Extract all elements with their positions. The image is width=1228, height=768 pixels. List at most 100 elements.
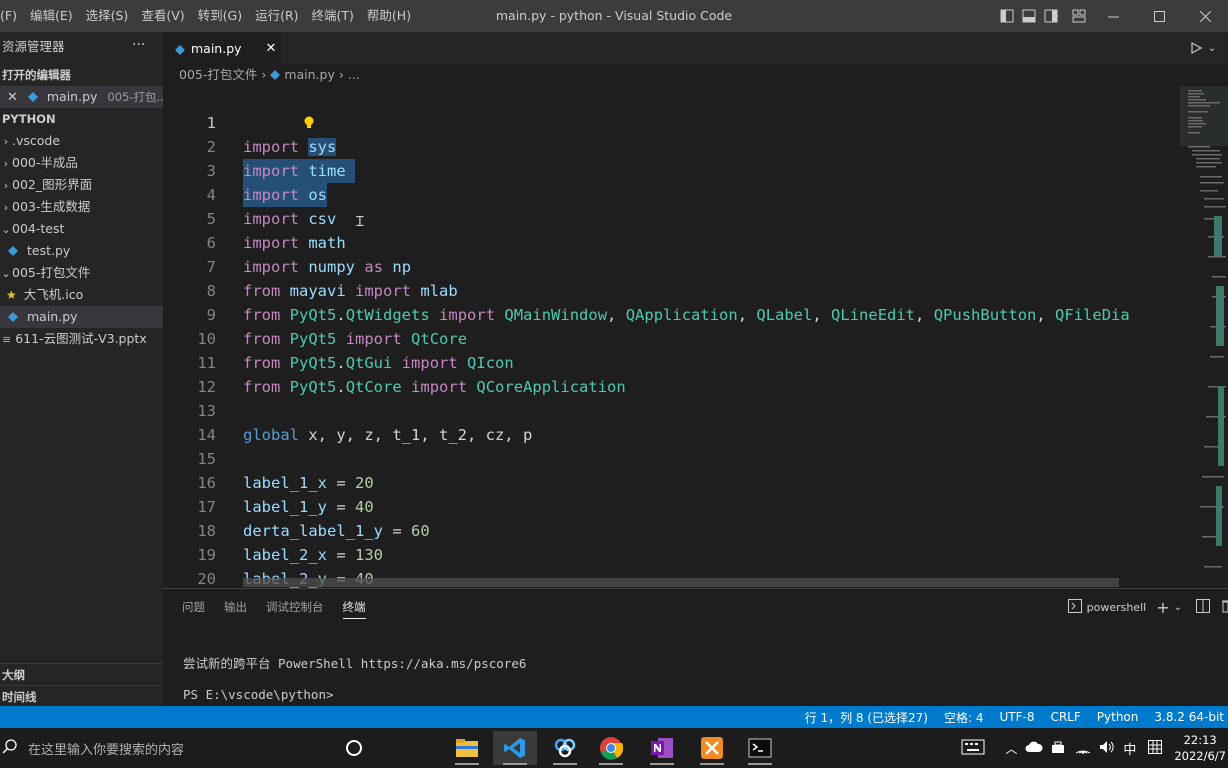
tree-item-002[interactable]: › 002_图形界面	[0, 174, 163, 196]
code-line-4[interactable]: 4 import csv	[163, 159, 337, 228]
close-editor-icon[interactable]: ✕	[7, 90, 18, 105]
code-line-21[interactable]: 21 line_1_x = 130	[163, 567, 200, 588]
battery-icon[interactable]	[1051, 740, 1067, 757]
lightbulb-icon[interactable]	[247, 89, 315, 161]
code-line-17[interactable]: 17 derta_label_1_y = 60	[163, 471, 429, 540]
code-line-1[interactable]: 1 import sys	[163, 87, 337, 156]
python-interpreter[interactable]: 3.8.2 64-bit	[1154, 710, 1224, 724]
terminal-prompt[interactable]: PS E:\vscode\python>	[183, 687, 334, 702]
run-python-icon[interactable]	[1190, 39, 1202, 58]
maximize-button[interactable]	[1136, 0, 1182, 32]
system-clock[interactable]: 22:13 2022/6/7	[1174, 732, 1226, 764]
code-line-20[interactable]: 20	[163, 543, 216, 588]
toggle-secondary-sidebar-icon[interactable]	[1040, 0, 1062, 32]
tree-item-000[interactable]: › 000-半成品	[0, 152, 163, 174]
breadcrumb-file[interactable]: main.py	[284, 67, 335, 82]
file-encoding[interactable]: UTF-8	[999, 710, 1034, 724]
menu-selection[interactable]: 选择(S)	[81, 0, 137, 32]
cortana-icon[interactable]	[332, 731, 376, 765]
tree-item-003[interactable]: › 003-生成数据	[0, 196, 163, 218]
vscode-icon[interactable]	[493, 731, 537, 765]
keyword: from	[243, 330, 281, 348]
timeline-section[interactable]: 时间线	[0, 685, 163, 707]
minimap[interactable]	[1180, 86, 1228, 588]
xmind-icon[interactable]	[690, 731, 734, 765]
code-line-7[interactable]: 7 from mayavi import mlab	[163, 231, 458, 300]
code-line-6[interactable]: 6 import numpy as np Ɪ	[163, 207, 411, 276]
code-line-9[interactable]: 9 from PyQt5 import QtCore	[163, 279, 467, 348]
code-line-15[interactable]: 15 label_1_x = 20	[163, 423, 373, 492]
end-of-line[interactable]: CRLF	[1050, 710, 1080, 724]
tree-item-004-test[interactable]: ⌄004-test	[0, 218, 163, 240]
code-line-12[interactable]: 12	[163, 351, 216, 396]
add-terminal-icon[interactable]: +	[1156, 598, 1169, 617]
code-line-18[interactable]: 18 label_2_x = 130	[163, 495, 383, 564]
code-line-16[interactable]: 16 label_1_y = 40	[163, 447, 373, 516]
chevron-down-icon[interactable]: ⌄	[1208, 43, 1216, 54]
menu-edit[interactable]: 编辑(E)	[25, 0, 81, 32]
tree-item-main-py[interactable]: main.py	[0, 306, 163, 328]
baidu-netdisk-icon[interactable]	[543, 731, 587, 765]
menu-go[interactable]: 转到(G)	[193, 0, 250, 32]
open-editors-section[interactable]: 打开的编辑器	[0, 64, 163, 86]
tab-main-py[interactable]: main.py ✕	[163, 32, 281, 64]
volume-icon[interactable]	[1099, 740, 1115, 757]
cursor-position[interactable]: 行 1，列 8 (已选择27)	[805, 709, 928, 726]
tree-item-vscode[interactable]: › .vscode	[0, 130, 163, 152]
terminal-app-icon[interactable]	[738, 731, 782, 765]
onedrive-icon[interactable]	[1025, 741, 1043, 756]
trash-icon[interactable]	[1222, 599, 1228, 616]
chevron-down-icon[interactable]: ⌄	[1174, 602, 1182, 613]
code-line-19[interactable]: 19 label_2_y = 40	[163, 519, 373, 588]
tab-terminal[interactable]: 终端	[342, 589, 366, 625]
onenote-icon[interactable]	[640, 731, 684, 765]
code-line-3[interactable]: 3 import os	[163, 135, 328, 207]
toggle-sidebar-icon[interactable]	[996, 0, 1018, 32]
toggle-panel-icon[interactable]	[1018, 0, 1040, 32]
tab-debug-console[interactable]: 调试控制台	[266, 589, 324, 625]
indentation[interactable]: 空格: 4	[944, 709, 984, 726]
workspace-section[interactable]: PYTHON	[0, 108, 163, 130]
tree-item-pptx[interactable]: ≡ 611-云图测试-V3.pptx	[0, 328, 163, 350]
more-actions-icon[interactable]: ···	[132, 32, 145, 60]
menu-run[interactable]: 运行(R)	[250, 0, 306, 32]
code-line-2[interactable]: 2 import time	[163, 111, 356, 183]
language-mode[interactable]: Python	[1097, 710, 1139, 724]
tree-item-test-py[interactable]: test.py	[0, 240, 163, 262]
code-line-10[interactable]: 10 from PyQt5.QtGui import QIcon	[163, 303, 513, 372]
keyboard-icon[interactable]	[961, 739, 985, 758]
code-line-8[interactable]: 8 from PyQt5.QtWidgets import QMainWindo…	[163, 255, 1130, 324]
menu-view[interactable]: 查看(V)	[136, 0, 192, 32]
menu-help[interactable]: 帮助(H)	[362, 0, 419, 32]
tree-item-ico-file[interactable]: ★ 大飞机.ico	[0, 284, 163, 306]
wifi-icon[interactable]	[1075, 740, 1091, 757]
code-line-13[interactable]: 13 global x, y, z, t_1, t_2, cz, p	[163, 375, 532, 444]
tree-item-005[interactable]: ⌄005-打包文件	[0, 262, 163, 284]
code-line-11[interactable]: 11 from PyQt5.QtCore import QCoreApplica…	[163, 327, 625, 396]
breadcrumb-folder[interactable]: 005-打包文件	[179, 67, 257, 82]
menu-file[interactable]: (F)	[0, 0, 25, 32]
menu-terminal[interactable]: 终端(T)	[307, 0, 362, 32]
code-line-14[interactable]: 14	[163, 399, 216, 444]
minimize-button[interactable]	[1090, 0, 1136, 32]
horizontal-scrollbar[interactable]	[243, 578, 1119, 587]
outline-section[interactable]: 大纲	[0, 663, 163, 685]
close-tab-icon[interactable]: ✕	[266, 41, 277, 56]
close-window-button[interactable]	[1182, 0, 1228, 32]
customize-layout-icon[interactable]	[1068, 0, 1090, 32]
chrome-icon[interactable]	[589, 731, 633, 765]
search-placeholder: 在这里输入你要搜索的内容	[28, 742, 185, 758]
tab-problems[interactable]: 问题	[182, 589, 205, 625]
file-explorer-icon[interactable]	[445, 731, 489, 765]
taskbar-search[interactable]: 在这里输入你要搜索的内容	[0, 728, 330, 768]
terminal-shell-name[interactable]: powershell	[1087, 601, 1147, 614]
tab-output[interactable]: 输出	[224, 589, 247, 625]
code-line-5[interactable]: 5 import math	[163, 183, 346, 252]
ime-grid-icon[interactable]	[1148, 739, 1163, 757]
open-editor-item[interactable]: ✕ main.py 005-打包...	[0, 86, 163, 108]
split-terminal-icon[interactable]	[1196, 598, 1210, 616]
breadcrumb-symbols[interactable]: ...	[348, 67, 360, 82]
ime-indicator[interactable]: 中	[1123, 739, 1136, 758]
code-editor[interactable]: 1 import sys 2 import time 3 import os 4…	[163, 86, 1180, 588]
chevron-up-icon[interactable]: ︿	[1005, 740, 1017, 757]
